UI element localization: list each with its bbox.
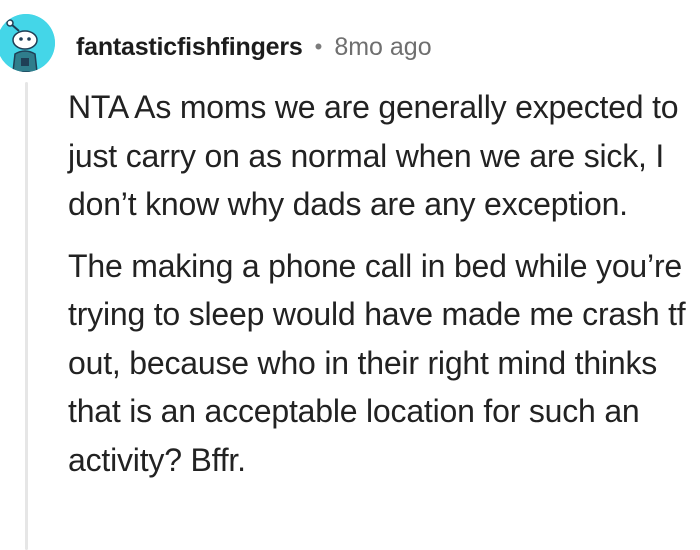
comment-paragraph: The making a phone call in bed while you…	[68, 247, 686, 478]
snoo-avatar-icon	[0, 14, 55, 72]
avatar[interactable]	[0, 14, 55, 72]
timestamp[interactable]: 8mo ago	[334, 33, 431, 62]
comment-paragraph: NTA As moms we are generally expected to…	[68, 89, 679, 222]
username[interactable]: fantasticfishfingers	[76, 33, 303, 62]
comment-header: fantasticfishfingers • 8mo ago	[76, 27, 432, 67]
comment: fantasticfishfingers • 8mo ago NTA As mo…	[0, 0, 700, 550]
separator-dot: •	[314, 34, 323, 59]
thread-line[interactable]	[25, 82, 28, 550]
comment-body: NTA As moms we are generally expected to…	[68, 83, 696, 484]
